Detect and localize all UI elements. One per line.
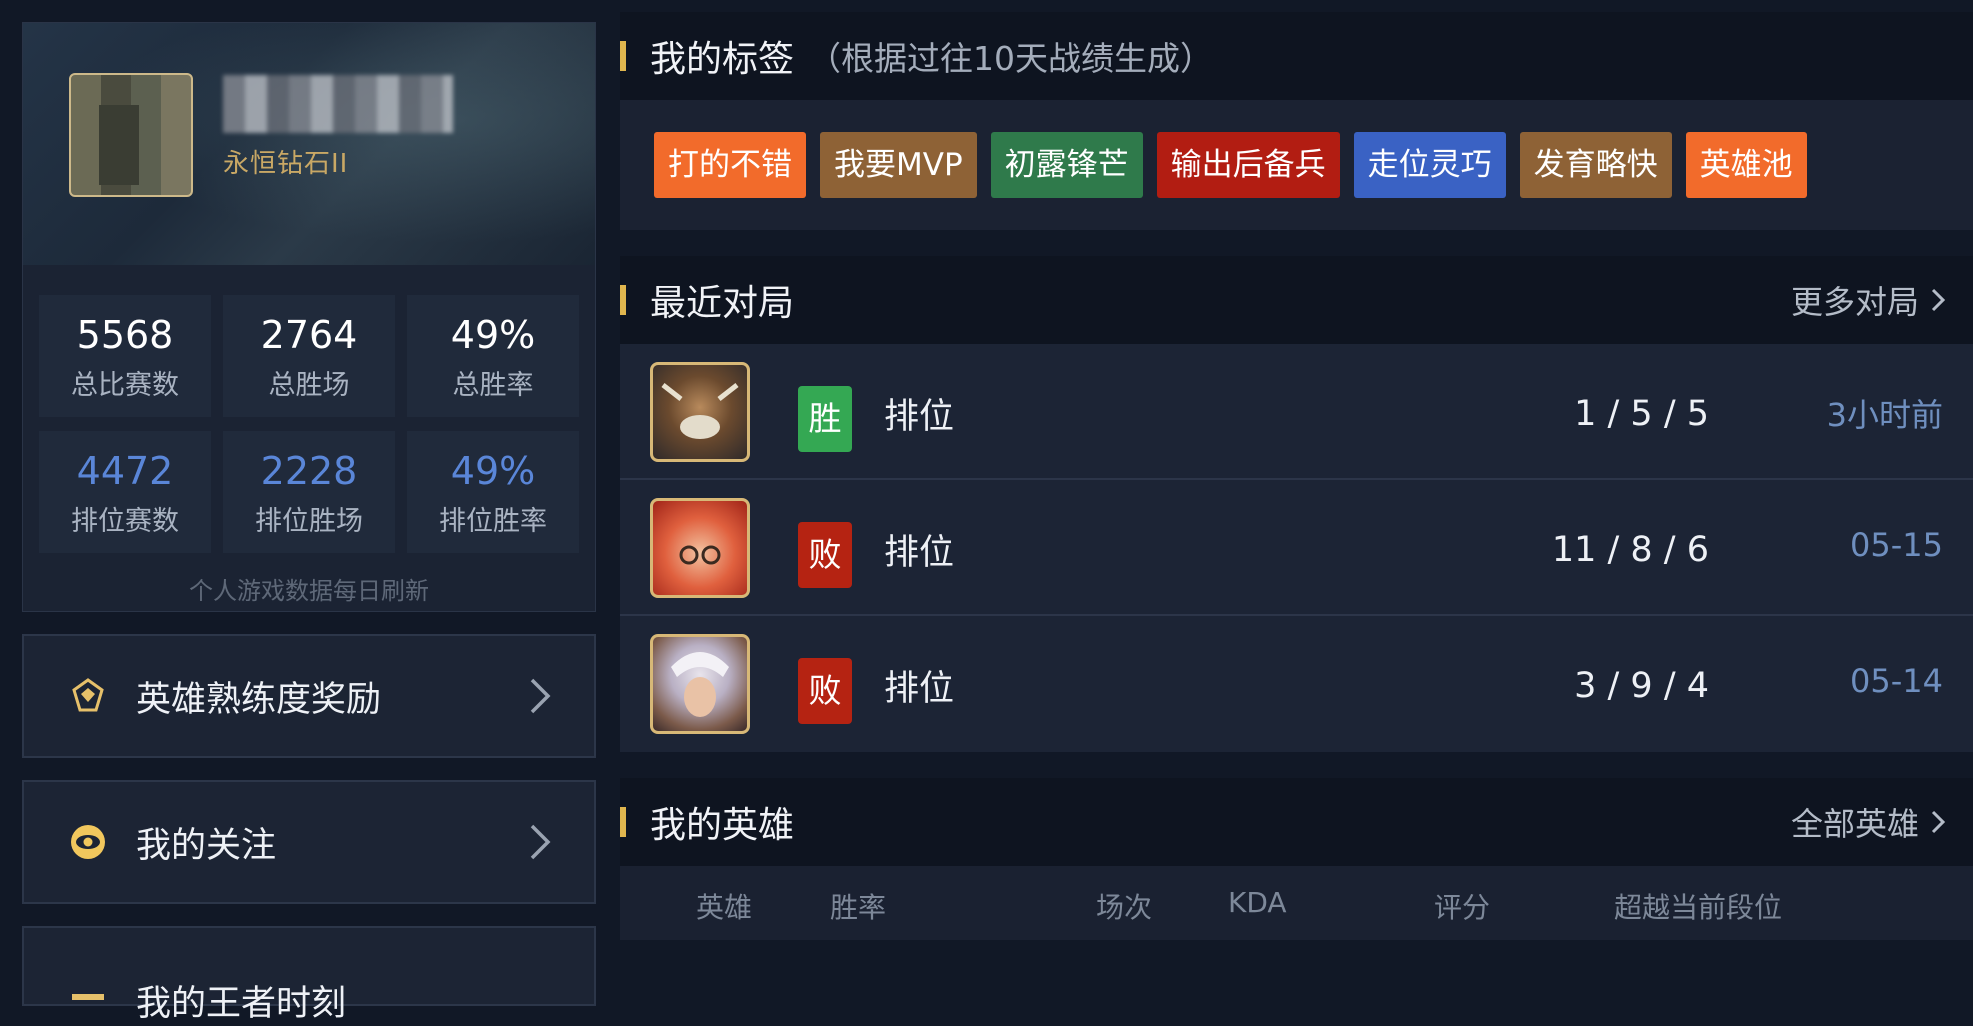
match-mode: 排位 <box>884 533 955 573</box>
hero-portrait <box>650 498 750 598</box>
profile-card: 永恒钻石II 5568 总比赛数 2764 总胜场 49% 总胜率 4472 排… <box>22 22 596 612</box>
result-badge: 败 <box>798 522 852 588</box>
stat-ranked-matches: 4472 排位赛数 <box>39 431 211 553</box>
stat-label: 排位胜率 <box>439 506 547 537</box>
match-row[interactable]: 败 排位 3 / 9 / 4 05-14 <box>620 616 1973 752</box>
match-time: 05-14 <box>1850 662 1943 700</box>
left-panel: 永恒钻石II 5568 总比赛数 2764 总胜场 49% 总胜率 4472 排… <box>22 22 596 1024</box>
stat-label: 排位赛数 <box>71 506 179 537</box>
tag: 发育略快 <box>1519 132 1672 198</box>
chevron-right-icon <box>1931 810 1946 834</box>
column-header-winrate: 胜率 <box>830 891 887 924</box>
section-subtitle: （根据过往10天战绩生成） <box>808 39 1214 78</box>
eye-icon <box>66 820 110 864</box>
column-header-matches: 场次 <box>1096 891 1153 924</box>
hero-portrait <box>650 362 750 462</box>
more-matches-label: 更多对局 <box>1790 283 1919 321</box>
stats-grid: 5568 总比赛数 2764 总胜场 49% 总胜率 4472 排位赛数 222… <box>39 295 579 553</box>
all-heroes-link[interactable]: 全部英雄 <box>1791 799 1947 845</box>
stat-value: 5568 <box>76 313 174 357</box>
stat-total-wins: 2764 总胜场 <box>223 295 395 417</box>
match-row[interactable]: 胜 排位 1 / 5 / 5 3小时前 <box>620 344 1973 480</box>
chevron-right-icon <box>520 674 560 718</box>
tag: 初露锋芒 <box>990 132 1143 198</box>
menu-item-label: 我的关注 <box>136 825 277 866</box>
stat-value: 4472 <box>76 449 174 493</box>
badge-icon <box>66 674 110 718</box>
match-time: 3小时前 <box>1826 396 1943 434</box>
match-kda: 1 / 5 / 5 <box>1574 394 1709 434</box>
moment-icon <box>66 960 110 1004</box>
stat-ranked-winrate: 49% 排位胜率 <box>407 431 579 553</box>
section-title: 最近对局 <box>650 283 795 324</box>
section-title: 我的标签 <box>650 39 795 80</box>
all-heroes-label: 全部英雄 <box>1790 805 1919 843</box>
tag: 走位灵巧 <box>1353 132 1506 198</box>
column-header-score: 评分 <box>1434 891 1491 924</box>
menu-item-label: 英雄熟练度奖励 <box>136 679 382 720</box>
recent-matches-header: 最近对局 更多对局 <box>620 256 1973 344</box>
tags-header: 我的标签 （根据过往10天战绩生成） <box>620 12 1973 100</box>
stat-label: 总比赛数 <box>71 370 179 401</box>
rank-label: 永恒钻石II <box>223 149 349 179</box>
menu-item-hero-mastery-rewards[interactable]: 英雄熟练度奖励 <box>22 634 596 758</box>
tag: 我要MVP <box>820 132 977 198</box>
stat-value: 2228 <box>260 449 358 493</box>
chevron-right-icon <box>1931 288 1946 312</box>
column-header-surpass: 超越当前段位 <box>1614 891 1783 924</box>
my-heroes-header: 我的英雄 全部英雄 <box>620 778 1973 866</box>
match-row[interactable]: 败 排位 11 / 8 / 6 05-15 <box>620 480 1973 616</box>
match-time: 05-15 <box>1850 526 1943 564</box>
stat-total-winrate: 49% 总胜率 <box>407 295 579 417</box>
match-kda: 11 / 8 / 6 <box>1551 530 1709 570</box>
more-matches-link[interactable]: 更多对局 <box>1791 277 1947 323</box>
stat-label: 排位胜场 <box>255 506 363 537</box>
refresh-note: 个人游戏数据每日刷新 <box>189 577 429 605</box>
tag: 打的不错 <box>654 132 806 198</box>
avatar[interactable] <box>69 73 193 197</box>
menu-item-label: 我的王者时刻 <box>136 984 347 1024</box>
stat-ranked-wins: 2228 排位胜场 <box>223 431 395 553</box>
player-name-blurred <box>223 75 453 133</box>
column-header-hero: 英雄 <box>696 891 753 924</box>
section-accent-bar <box>620 41 626 71</box>
menu-item-my-moments[interactable]: 我的王者时刻 <box>22 926 596 1024</box>
match-mode: 排位 <box>884 669 955 709</box>
stat-value: 2764 <box>260 313 358 357</box>
right-panel: 我的标签 （根据过往10天战绩生成） 打的不错 我要MVP 初露锋芒 输出后备兵… <box>620 12 1973 940</box>
match-mode: 排位 <box>884 397 955 437</box>
stat-value: 49% <box>450 313 536 357</box>
tag: 英雄池 <box>1685 132 1807 198</box>
match-kda: 3 / 9 / 4 <box>1574 666 1709 706</box>
section-accent-bar <box>620 285 626 315</box>
heroes-table-header: 英雄 胜率 场次 KDA 评分 超越当前段位 <box>620 866 1973 940</box>
stat-label: 总胜场 <box>268 370 350 401</box>
chevron-right-icon <box>520 820 560 864</box>
stat-total-matches: 5568 总比赛数 <box>39 295 211 417</box>
hero-portrait <box>650 634 750 734</box>
tags-list: 打的不错 我要MVP 初露锋芒 输出后备兵 走位灵巧 发育略快 英雄池 <box>620 100 1973 230</box>
stat-label: 总胜率 <box>452 370 534 401</box>
section-title: 我的英雄 <box>650 805 795 846</box>
tag: 输出后备兵 <box>1156 132 1340 198</box>
section-accent-bar <box>620 807 626 837</box>
result-badge: 败 <box>798 658 852 724</box>
menu-item-my-follows[interactable]: 我的关注 <box>22 780 596 904</box>
result-badge: 胜 <box>798 386 852 452</box>
column-header-kda: KDA <box>1228 886 1287 919</box>
stat-value: 49% <box>450 449 536 493</box>
